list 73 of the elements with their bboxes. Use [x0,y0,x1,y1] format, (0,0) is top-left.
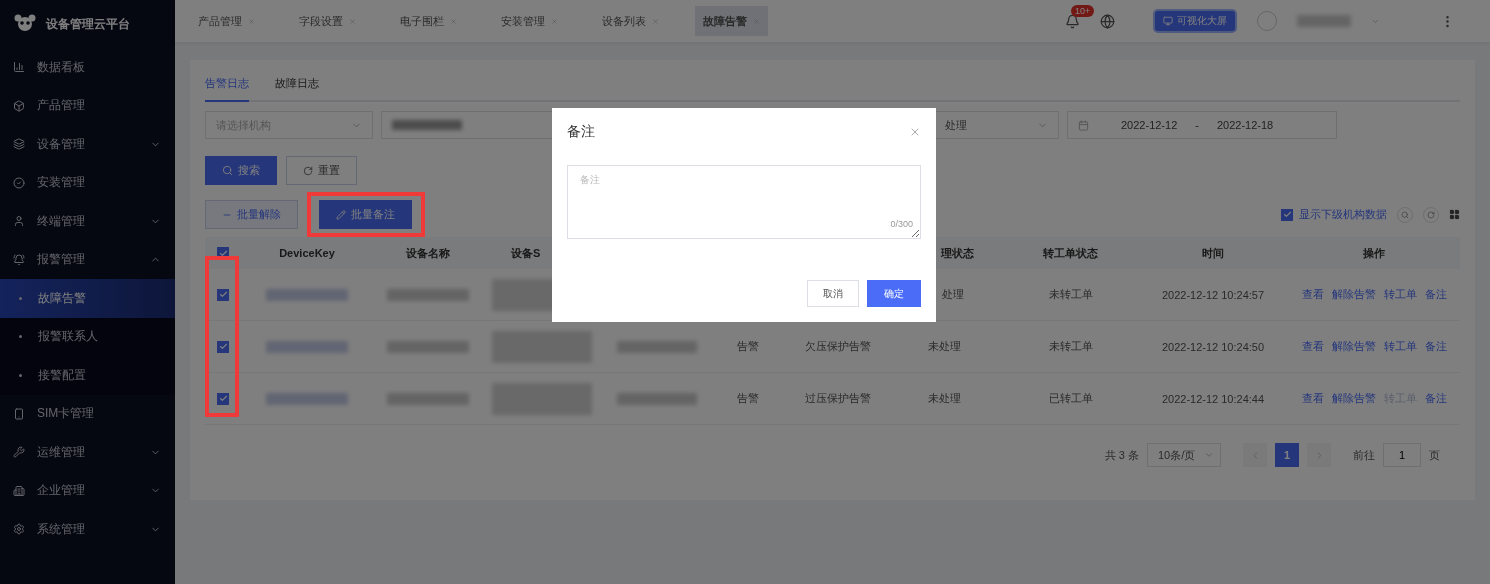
total-count: 共 3 条 [1104,447,1139,463]
table-cell-text: 告警 [736,339,760,354]
end-date: 2022-12-18 [1216,119,1274,131]
action-link[interactable]: 解除告警 [1331,287,1376,302]
sidebar-item[interactable]: 设备管理 [0,125,175,164]
action-link[interactable]: 解除告警 [1331,391,1376,406]
action-link[interactable]: 查看 [1301,339,1324,354]
table-cell-text: 未转工单 [1047,287,1094,302]
table-cell: 处理 [942,288,964,300]
column-header: 设备S [511,246,541,259]
sidebar-item[interactable]: 数据看板 [0,48,175,87]
log-tab[interactable]: 告警日志 [205,76,249,102]
action-link[interactable]: 转工单 [1383,287,1417,302]
page-tab[interactable]: 故障告警 [695,6,768,36]
column-header: 理状态 [941,246,974,259]
column-header: 转工单状态 [1042,245,1099,261]
start-date: 2022-12-12 [1121,119,1178,131]
confirm-button[interactable]: 确定 [867,280,921,307]
table-cell-text: 过压保护告警 [804,391,872,406]
reset-button[interactable]: 重置 [286,156,357,185]
sidebar-item[interactable]: 运维管理 [0,433,175,472]
page-tab[interactable]: 字段设置 [291,6,364,36]
cancel-button[interactable]: 取消 [807,280,859,307]
action-link[interactable]: 备注 [1424,287,1447,302]
goto-label: 前往 [1353,447,1375,463]
table-cell-text: 2022-12-12 10:24:57 [1160,288,1266,301]
action-link[interactable]: 查看 [1301,391,1324,406]
column-header: 时间 [1201,245,1225,261]
date-range-field[interactable]: 2022-12-12 - 2022-12-18 [1067,111,1337,139]
action-link[interactable]: 转工单 [1383,339,1417,354]
action-link[interactable]: 备注 [1424,339,1447,354]
table-cell-text: 告警 [736,391,760,406]
screen-button[interactable]: 可视化大屏 [1153,9,1237,33]
batch-release-button[interactable]: 批量解除 [205,200,298,229]
table-cell: 未处理 [928,340,961,352]
sidebar-subitem[interactable]: 故障告警 [0,279,175,318]
sidebar-item[interactable]: 安装管理 [0,163,175,202]
page-size-select[interactable]: 10条/页 [1147,443,1221,467]
column-header: 设备名称 [405,245,451,261]
checkbox-label: 显示下级机构数据 [1299,207,1387,222]
page-tab[interactable]: 产品管理 [190,6,263,36]
sidebar-item[interactable]: 终端管理 [0,202,175,241]
sidebar-subitem[interactable]: 报警联系人 [0,317,175,356]
sidebar-item[interactable]: 系统管理 [0,510,175,549]
page-tab[interactable]: 电子围栏 [392,6,465,36]
action-link[interactable]: 备注 [1424,391,1447,406]
sidebar-subitem[interactable]: 接警配置 [0,356,175,395]
sidebar-item[interactable]: 产品管理 [0,86,175,125]
table-cell-text: 已转工单 [1047,391,1094,406]
notification-badge: 10+ [1071,4,1095,17]
table-cell-text: 2022-12-12 10:24:50 [1160,340,1266,353]
log-tab[interactable]: 故障日志 [275,76,319,102]
page-tab[interactable]: 安装管理 [493,6,566,36]
page-button[interactable]: 1 [1275,443,1299,467]
app-title: 设备管理云平台 [46,15,130,33]
sidebar-item[interactable]: 报警管理 [0,240,175,279]
page-suffix: 页 [1429,447,1440,463]
date-separator: - [1195,119,1199,131]
search-button[interactable]: 搜索 [205,156,277,185]
table-cell-text: 欠压保护告警 [804,339,872,354]
page-tab[interactable]: 设备列表 [594,6,667,36]
dialog-title: 备注 [567,123,595,141]
sidebar-item[interactable]: 企业管理 [0,471,175,510]
action-link[interactable]: 查看 [1301,287,1324,302]
page-input[interactable]: 1 [1383,443,1421,467]
table-cell: 未处理 [928,392,961,404]
table-cell-text: 2022-12-12 10:24:44 [1160,392,1266,405]
table-cell-text: 未转工单 [1047,339,1094,354]
column-header: DeviceKey [278,247,336,259]
batch-note-button[interactable]: 批量备注 [319,200,412,229]
action-link[interactable]: 解除告警 [1331,339,1376,354]
char-counter: 0/300 [890,219,913,229]
column-header: 操作 [1362,245,1386,261]
